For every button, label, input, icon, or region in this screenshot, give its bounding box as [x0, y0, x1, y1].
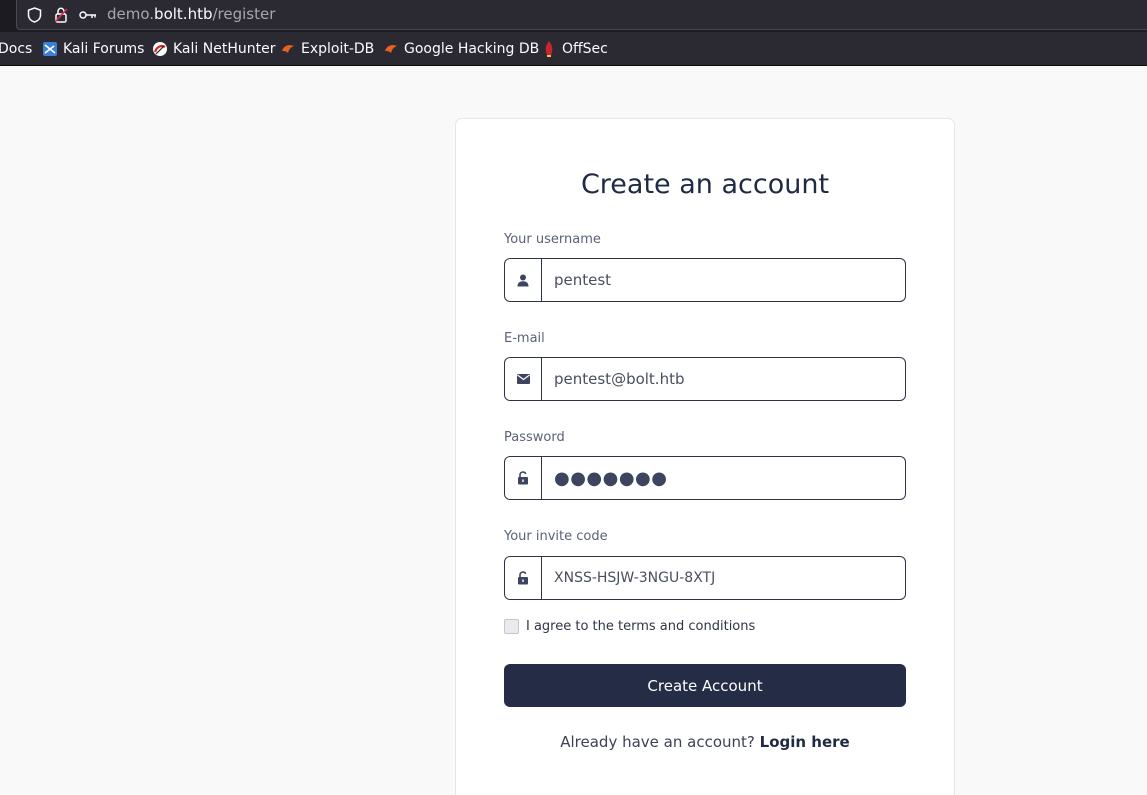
exploit-db-icon [280, 41, 296, 57]
key-icon[interactable] [79, 6, 97, 24]
unlock-icon [505, 557, 542, 599]
offsec-icon [541, 41, 557, 57]
password-input[interactable]: ●●●●●●● [542, 457, 667, 499]
password-field[interactable]: ●●●●●●● [504, 456, 906, 500]
url-bar[interactable]: demo.bolt.htb/register [16, 0, 1147, 30]
shield-icon[interactable] [25, 6, 43, 24]
invite-code-field [504, 556, 906, 600]
email-field [504, 357, 906, 401]
bookmark-google-hacking-db[interactable]: Google Hacking DB [383, 40, 539, 58]
username-field [504, 258, 906, 302]
login-prompt-text: Already have an account? [560, 733, 755, 751]
envelope-icon [505, 358, 542, 400]
bookmark-docs[interactable]: Docs [0, 40, 32, 58]
password-label: Password [504, 430, 565, 445]
username-input[interactable] [542, 259, 905, 301]
create-account-button[interactable]: Create Account [504, 664, 906, 707]
invite-code-label: Your invite code [504, 529, 608, 544]
terms-label[interactable]: I agree to the terms and conditions [526, 619, 755, 634]
bookmark-kali-forums[interactable]: Kali Forums [42, 40, 144, 58]
login-link[interactable]: Login here [760, 733, 850, 751]
email-label: E-mail [504, 331, 545, 346]
browser-toolbar: demo.bolt.htb/register [0, 0, 1147, 32]
unlock-icon [505, 457, 542, 499]
kali-nethunter-icon [152, 41, 168, 57]
username-label: Your username [504, 232, 601, 247]
invite-code-input[interactable] [542, 557, 905, 599]
url-text[interactable]: demo.bolt.htb/register [107, 5, 275, 23]
email-input[interactable] [542, 358, 905, 400]
terms-checkbox[interactable] [504, 619, 519, 634]
user-icon [505, 259, 542, 301]
kali-forums-icon [42, 41, 58, 57]
bookmark-exploit-db[interactable]: Exploit-DB [280, 40, 374, 58]
login-prompt-row: Already have an account? Login here [456, 733, 954, 751]
ghdb-icon [383, 41, 399, 57]
bookmarks-toolbar: Docs Kali Forums Kali NetHunter Exploit-… [0, 32, 1147, 66]
bookmark-kali-nethunter[interactable]: Kali NetHunter [152, 40, 275, 58]
terms-row: I agree to the terms and conditions [504, 619, 755, 634]
lock-insecure-icon[interactable] [52, 6, 70, 24]
page-title: Create an account [580, 169, 830, 200]
register-card: Create an account Your username E-mail P… [455, 118, 955, 795]
bookmark-offsec[interactable]: OffSec [541, 40, 608, 58]
